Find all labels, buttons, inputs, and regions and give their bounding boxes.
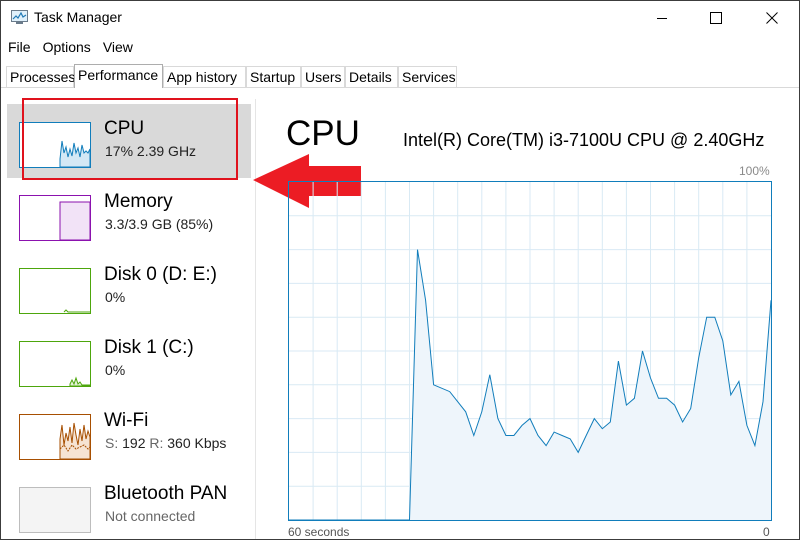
tab-startup[interactable]: Startup [246,66,301,87]
menu-file[interactable]: File [1,37,36,57]
minimize-icon [657,18,667,19]
tab-details[interactable]: Details [345,66,398,87]
sidebar-item-disk-0[interactable]: Disk 0 (D: E:) 0% [7,250,251,324]
menu-bar: File Options View [1,37,138,57]
cpu-thumbnail-graph [19,122,91,168]
page-title: CPU [286,114,360,153]
sidebar-item-disk-1[interactable]: Disk 1 (C:) 0% [7,323,251,397]
disk-1-thumbnail-graph [19,341,91,387]
wifi-send-value: 192 [122,435,146,451]
disk-0-label: Disk 0 (D: E:) [104,264,217,285]
wifi-thumbnail-graph [19,414,91,460]
disk-0-thumbnail-graph [19,268,91,314]
sidebar-item-wifi[interactable]: Wi-Fi S: 192 R: 360 Kbps [7,396,251,470]
memory-label: Memory [104,191,173,212]
task-manager-window: Task Manager File Options View Processes… [0,0,800,540]
resource-sidebar: CPU 17% 2.39 GHz Memory 3.3/3.9 GB (85%)… [1,99,253,539]
sidebar-item-cpu[interactable]: CPU 17% 2.39 GHz [7,104,251,178]
tab-processes[interactable]: Processes [6,66,75,87]
maximize-button[interactable] [693,1,739,35]
cpu-usage-value: 17% 2.39 GHz [105,143,197,159]
disk-1-usage-value: 0% [105,362,126,378]
wifi-label: Wi-Fi [104,410,149,431]
minimize-button[interactable] [639,1,685,35]
maximize-icon [710,12,722,24]
close-button[interactable] [749,1,795,35]
tab-app-history[interactable]: App history [163,66,246,87]
tab-performance[interactable]: Performance [74,64,163,88]
disk-1-label: Disk 1 (C:) [104,337,194,358]
bluetooth-thumbnail-graph [19,487,91,533]
tab-services[interactable]: Services [398,66,457,87]
title-bar[interactable]: Task Manager [1,1,799,35]
task-manager-icon [11,10,28,24]
memory-thumbnail-graph [19,195,91,241]
bluetooth-status: Not connected [105,508,196,524]
graph-max-label: 100% [739,164,770,178]
graph-time-end-label: 0 [763,525,770,539]
tab-bar: Processes Performance App history Startu… [1,64,799,88]
memory-usage-value: 3.3/3.9 GB (85%) [105,216,214,232]
tab-users[interactable]: Users [301,66,345,87]
close-icon [766,12,778,24]
disk-0-usage-value: 0% [105,289,126,305]
wifi-receive-label: R: [149,435,164,451]
menu-view[interactable]: View [96,37,138,57]
menu-options[interactable]: Options [36,37,96,57]
wifi-throughput: S: 192 R: 360 Kbps [105,435,226,451]
bluetooth-pan-label: Bluetooth PAN [104,483,228,504]
wifi-receive-value: 360 Kbps [167,435,227,451]
wifi-send-label: S: [105,435,119,451]
window-title: Task Manager [34,9,122,25]
sidebar-item-memory[interactable]: Memory 3.3/3.9 GB (85%) [7,177,251,251]
sidebar-item-bluetooth-pan[interactable]: Bluetooth PAN Not connected [7,469,251,539]
cpu-utilization-graph [288,181,772,521]
cpu-label: CPU [104,118,145,139]
graph-time-start-label: 60 seconds [288,525,350,539]
processor-name: Intel(R) Core(TM) i3-7100U CPU @ 2.40GHz [403,130,765,150]
